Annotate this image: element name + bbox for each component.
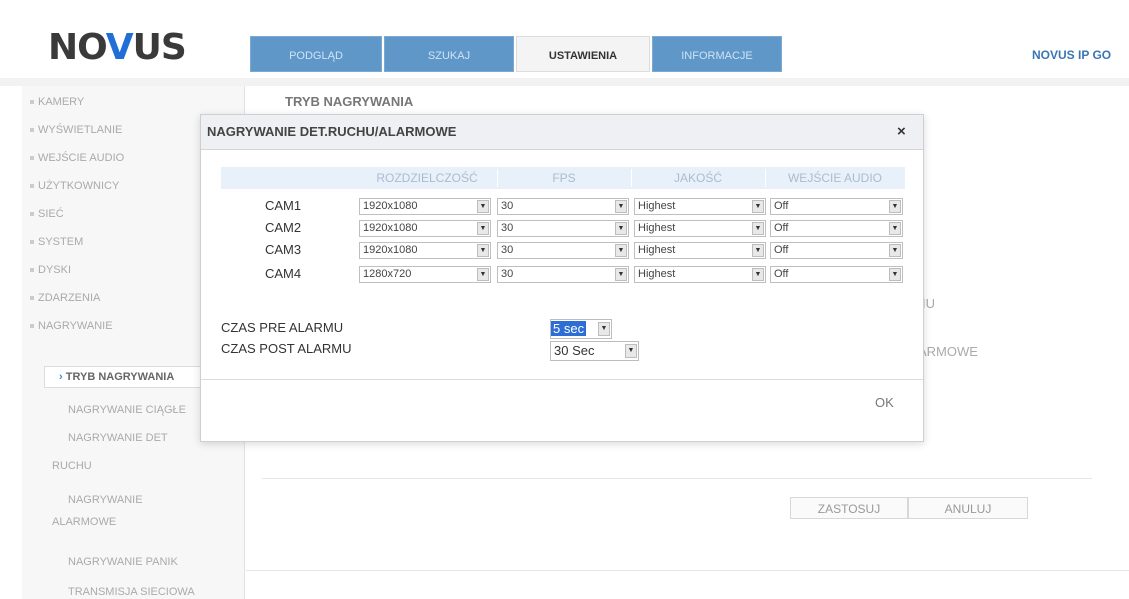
- fps-select[interactable]: 30 ▼: [497, 266, 629, 283]
- tab-szukaj[interactable]: SZUKAJ: [384, 36, 514, 72]
- sidebar-item-nagrywanie-panik[interactable]: NAGRYWANIE PANIK: [68, 556, 178, 568]
- camera-label: CAM1: [265, 198, 302, 213]
- sidebar-item-nagrywanie-ciagle[interactable]: NAGRYWANIE CIĄGŁE: [68, 404, 186, 416]
- sidebar-item-zdarzenia[interactable]: ZDARZENIA: [30, 292, 100, 304]
- chevron-down-icon: ▼: [889, 200, 901, 213]
- resolution-select[interactable]: 1920x1080 ▼: [359, 242, 491, 259]
- pre-alarm-select[interactable]: 5 sec ▼: [550, 319, 612, 339]
- bullet-icon: [30, 324, 34, 329]
- bullet-icon: [30, 296, 34, 301]
- resolution-select[interactable]: 1920x1080 ▼: [359, 220, 491, 237]
- audio-input-select[interactable]: Off ▼: [770, 266, 903, 283]
- page-title: TRYB NAGRYWANIA: [285, 94, 414, 109]
- audio-input-select[interactable]: Off ▼: [770, 198, 903, 215]
- sidebar-item-siec[interactable]: SIEĆ: [30, 208, 64, 220]
- quality-select[interactable]: Highest ▼: [634, 266, 766, 283]
- camera-label: CAM3: [265, 242, 302, 257]
- table-header: ROZDZIELCZOŚĆ FPS JAKOŚĆ WEJŚCIE AUDIO: [221, 167, 905, 189]
- chevron-down-icon: ▼: [625, 344, 637, 358]
- apply-button[interactable]: ZASTOSUJ: [790, 497, 908, 519]
- background-label-partial: ARMOWE: [918, 344, 978, 359]
- chevron-down-icon: ▼: [477, 244, 489, 257]
- tab-informacje[interactable]: INFORMACJE: [652, 36, 782, 72]
- motion-alarm-recording-dialog: NAGRYWANIE DET.RUCHU/ALARMOWE × ROZDZIEL…: [200, 114, 924, 442]
- audio-input-select[interactable]: Off ▼: [770, 242, 903, 259]
- chevron-down-icon: ▼: [615, 200, 627, 213]
- quality-select[interactable]: Highest ▼: [634, 198, 766, 215]
- novus-logo: NOVUS: [48, 27, 187, 68]
- chevron-down-icon: ▼: [752, 268, 764, 281]
- column-header-fps: FPS: [552, 171, 576, 185]
- divider: [262, 478, 1092, 479]
- chevron-down-icon: ▼: [889, 268, 901, 281]
- camera-label: CAM4: [265, 266, 302, 281]
- sidebar-item-nagrywanie[interactable]: NAGRYWANIE: [30, 320, 113, 332]
- dialog-title: NAGRYWANIE DET.RUCHU/ALARMOWE: [207, 124, 457, 139]
- fps-select[interactable]: 30 ▼: [497, 242, 629, 259]
- ok-button[interactable]: OK: [875, 395, 894, 410]
- audio-input-select[interactable]: Off ▼: [770, 220, 903, 237]
- column-header-resolution: ROZDZIELCZOŚĆ: [376, 171, 478, 185]
- sidebar-item-nagrywanie-det[interactable]: NAGRYWANIE DET: [68, 432, 168, 444]
- sidebar-item-ruchu[interactable]: RUCHU: [52, 460, 92, 472]
- divider: [201, 379, 923, 380]
- chevron-down-icon: ▼: [752, 244, 764, 257]
- resolution-select[interactable]: 1280x720 ▼: [359, 266, 491, 283]
- product-name: NOVUS IP GO: [1032, 48, 1112, 62]
- chevron-down-icon: ▼: [477, 222, 489, 235]
- chevron-down-icon: ▼: [598, 322, 610, 336]
- quality-select[interactable]: Highest ▼: [634, 220, 766, 237]
- fps-select[interactable]: 30 ▼: [497, 220, 629, 237]
- sidebar-item-system[interactable]: SYSTEM: [30, 236, 83, 248]
- resolution-select[interactable]: 1920x1080 ▼: [359, 198, 491, 215]
- column-header-quality: JAKOŚĆ: [673, 171, 722, 185]
- sidebar-item-dyski[interactable]: DYSKI: [30, 264, 71, 276]
- chevron-down-icon: ▼: [615, 222, 627, 235]
- bullet-icon: [30, 184, 34, 189]
- divider: [765, 169, 766, 187]
- fps-select[interactable]: 30 ▼: [497, 198, 629, 215]
- bullet-icon: [30, 212, 34, 217]
- bullet-icon: [30, 100, 34, 105]
- close-icon[interactable]: ×: [897, 123, 906, 140]
- post-alarm-select[interactable]: 30 Sec ▼: [550, 341, 639, 361]
- chevron-down-icon: ▼: [615, 244, 627, 257]
- sidebar-item-kamery[interactable]: KAMERY: [30, 96, 84, 108]
- divider: [246, 570, 1129, 571]
- chevron-down-icon: ▼: [889, 222, 901, 235]
- chevron-down-icon: ▼: [752, 222, 764, 235]
- column-header-audio: WEJŚCIE AUDIO: [787, 171, 882, 185]
- sidebar-item-nagrywanie-alarm[interactable]: NAGRYWANIE: [68, 494, 143, 506]
- chevron-down-icon: ▼: [477, 200, 489, 213]
- bullet-icon: [30, 128, 34, 133]
- sidebar-item-uzytkownicy[interactable]: UŻYTKOWNICY: [30, 180, 119, 192]
- sidebar-item-wejscie-audio[interactable]: WEJŚCIE AUDIO: [30, 152, 124, 164]
- tab-podglad[interactable]: PODGLĄD: [250, 36, 382, 72]
- bullet-icon: [30, 240, 34, 245]
- chevron-down-icon: ▼: [615, 268, 627, 281]
- post-alarm-label: CZAS POST ALARMU: [221, 341, 352, 356]
- tab-ustawienia[interactable]: USTAWIENIA: [516, 36, 650, 72]
- cancel-button[interactable]: ANULUJ: [908, 497, 1028, 519]
- bullet-icon: [30, 156, 34, 161]
- chevron-down-icon: ▼: [477, 268, 489, 281]
- chevron-down-icon: ▼: [889, 244, 901, 257]
- dialog-titlebar: NAGRYWANIE DET.RUCHU/ALARMOWE ×: [201, 115, 923, 150]
- pre-alarm-label: CZAS PRE ALARMU: [221, 320, 344, 335]
- sidebar-item-transmisja-sieciowa[interactable]: TRANSMISJA SIECIOWA: [68, 586, 195, 598]
- chevron-down-icon: ▼: [752, 200, 764, 213]
- header-divider: [0, 78, 1129, 86]
- sidebar-item-wyswietlanie[interactable]: WYŚWIETLANIE: [30, 124, 122, 136]
- bullet-icon: [30, 268, 34, 273]
- camera-label: CAM2: [265, 220, 302, 235]
- sidebar-item-alarmowe[interactable]: ALARMOWE: [52, 516, 116, 528]
- quality-select[interactable]: Highest ▼: [634, 242, 766, 259]
